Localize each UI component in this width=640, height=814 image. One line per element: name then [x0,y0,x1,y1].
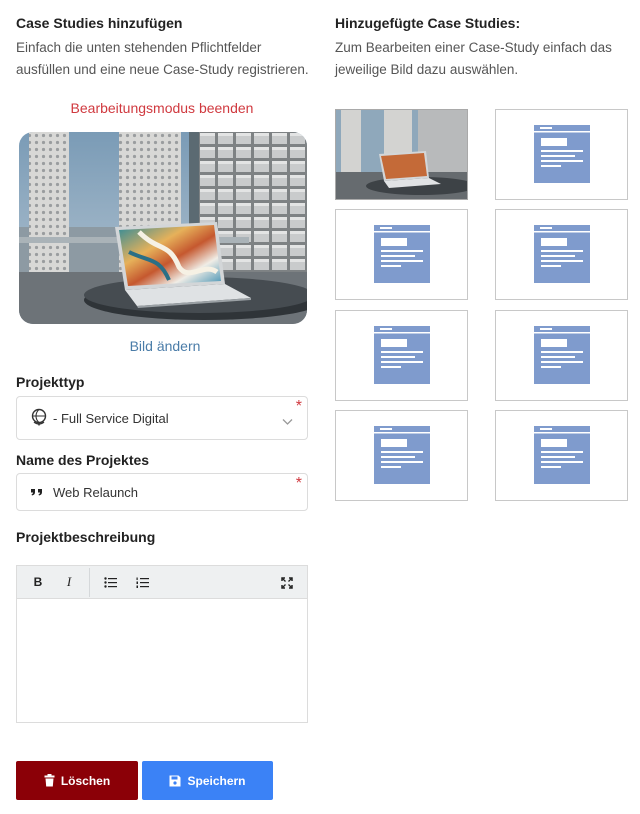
project-name-input[interactable]: Web Relaunch * [16,473,308,511]
add-case-studies-subtitle: Einfach die unten stehenden Pflichtfelde… [16,37,309,81]
case-study-thumbnail[interactable] [495,410,628,501]
add-case-studies-title: Case Studies hinzufügen [16,15,183,31]
change-image-link[interactable]: Bild ändern [16,338,314,354]
fullscreen-button[interactable] [274,566,300,598]
subtitle-line: Zum Bearbeiten einer Case-Study einfach … [335,40,612,55]
exit-edit-mode-link[interactable]: Bearbeitungsmodus beenden [16,100,308,116]
project-description-label: Projektbeschreibung [16,529,156,545]
subtitle-line: Einfach die unten stehenden Pflichtfelde… [16,40,262,55]
bold-button[interactable]: B [25,566,51,598]
required-mark: * [295,475,302,492]
document-placeholder-icon [534,225,590,283]
project-name-value: Web Relaunch [53,485,139,500]
numbered-list-icon [136,577,149,589]
project-name-label: Name des Projektes [16,452,150,468]
document-placeholder-icon [374,225,430,283]
save-button-label: Speichern [187,773,246,788]
case-study-thumbnail[interactable] [335,310,468,401]
project-type-value: - Full Service Digital [53,411,169,426]
case-study-thumbnail[interactable] [335,109,468,200]
document-placeholder-icon [534,125,590,183]
bullet-list-button[interactable] [97,566,123,598]
quote-icon [30,484,48,502]
globe-icon [30,408,48,426]
trash-icon [44,774,55,787]
case-study-thumbnail[interactable] [335,209,468,300]
document-placeholder-icon [534,326,590,384]
delete-button[interactable]: Löschen [16,761,138,800]
project-type-select[interactable]: - Full Service Digital * [16,396,308,440]
laptop-photo-thumbnail [336,110,467,199]
case-study-image [19,132,307,324]
document-placeholder-icon [374,426,430,484]
required-mark: * [295,398,302,415]
bullet-list-icon [103,577,117,589]
delete-button-label: Löschen [60,773,111,788]
numbered-list-button[interactable] [129,566,155,598]
case-study-thumbnail[interactable] [335,410,468,501]
added-case-studies-subtitle: Zum Bearbeiten einer Case-Study einfach … [335,37,612,81]
editor-toolbar: B I [17,566,307,599]
subtitle-line: ausfüllen und eine neue Case-Study regis… [16,62,309,77]
case-study-thumbnail[interactable] [495,310,628,401]
toolbar-divider [89,568,90,597]
document-placeholder-icon [374,326,430,384]
save-icon [169,775,181,786]
case-study-thumbnail[interactable] [495,209,628,300]
chevron-down-icon [282,413,293,425]
expand-icon [281,577,293,589]
save-button[interactable]: Speichern [142,761,273,800]
editor-content-area[interactable] [17,599,307,722]
project-type-label: Projekttyp [16,374,85,390]
subtitle-line: jeweilige Bild dazu auswählen. [335,62,519,77]
added-case-studies-title: Hinzugefügte Case Studies: [335,15,521,31]
italic-button[interactable]: I [56,566,82,598]
document-placeholder-icon [534,426,590,484]
description-editor: B I [16,565,308,723]
case-study-thumbnail[interactable] [495,109,628,200]
